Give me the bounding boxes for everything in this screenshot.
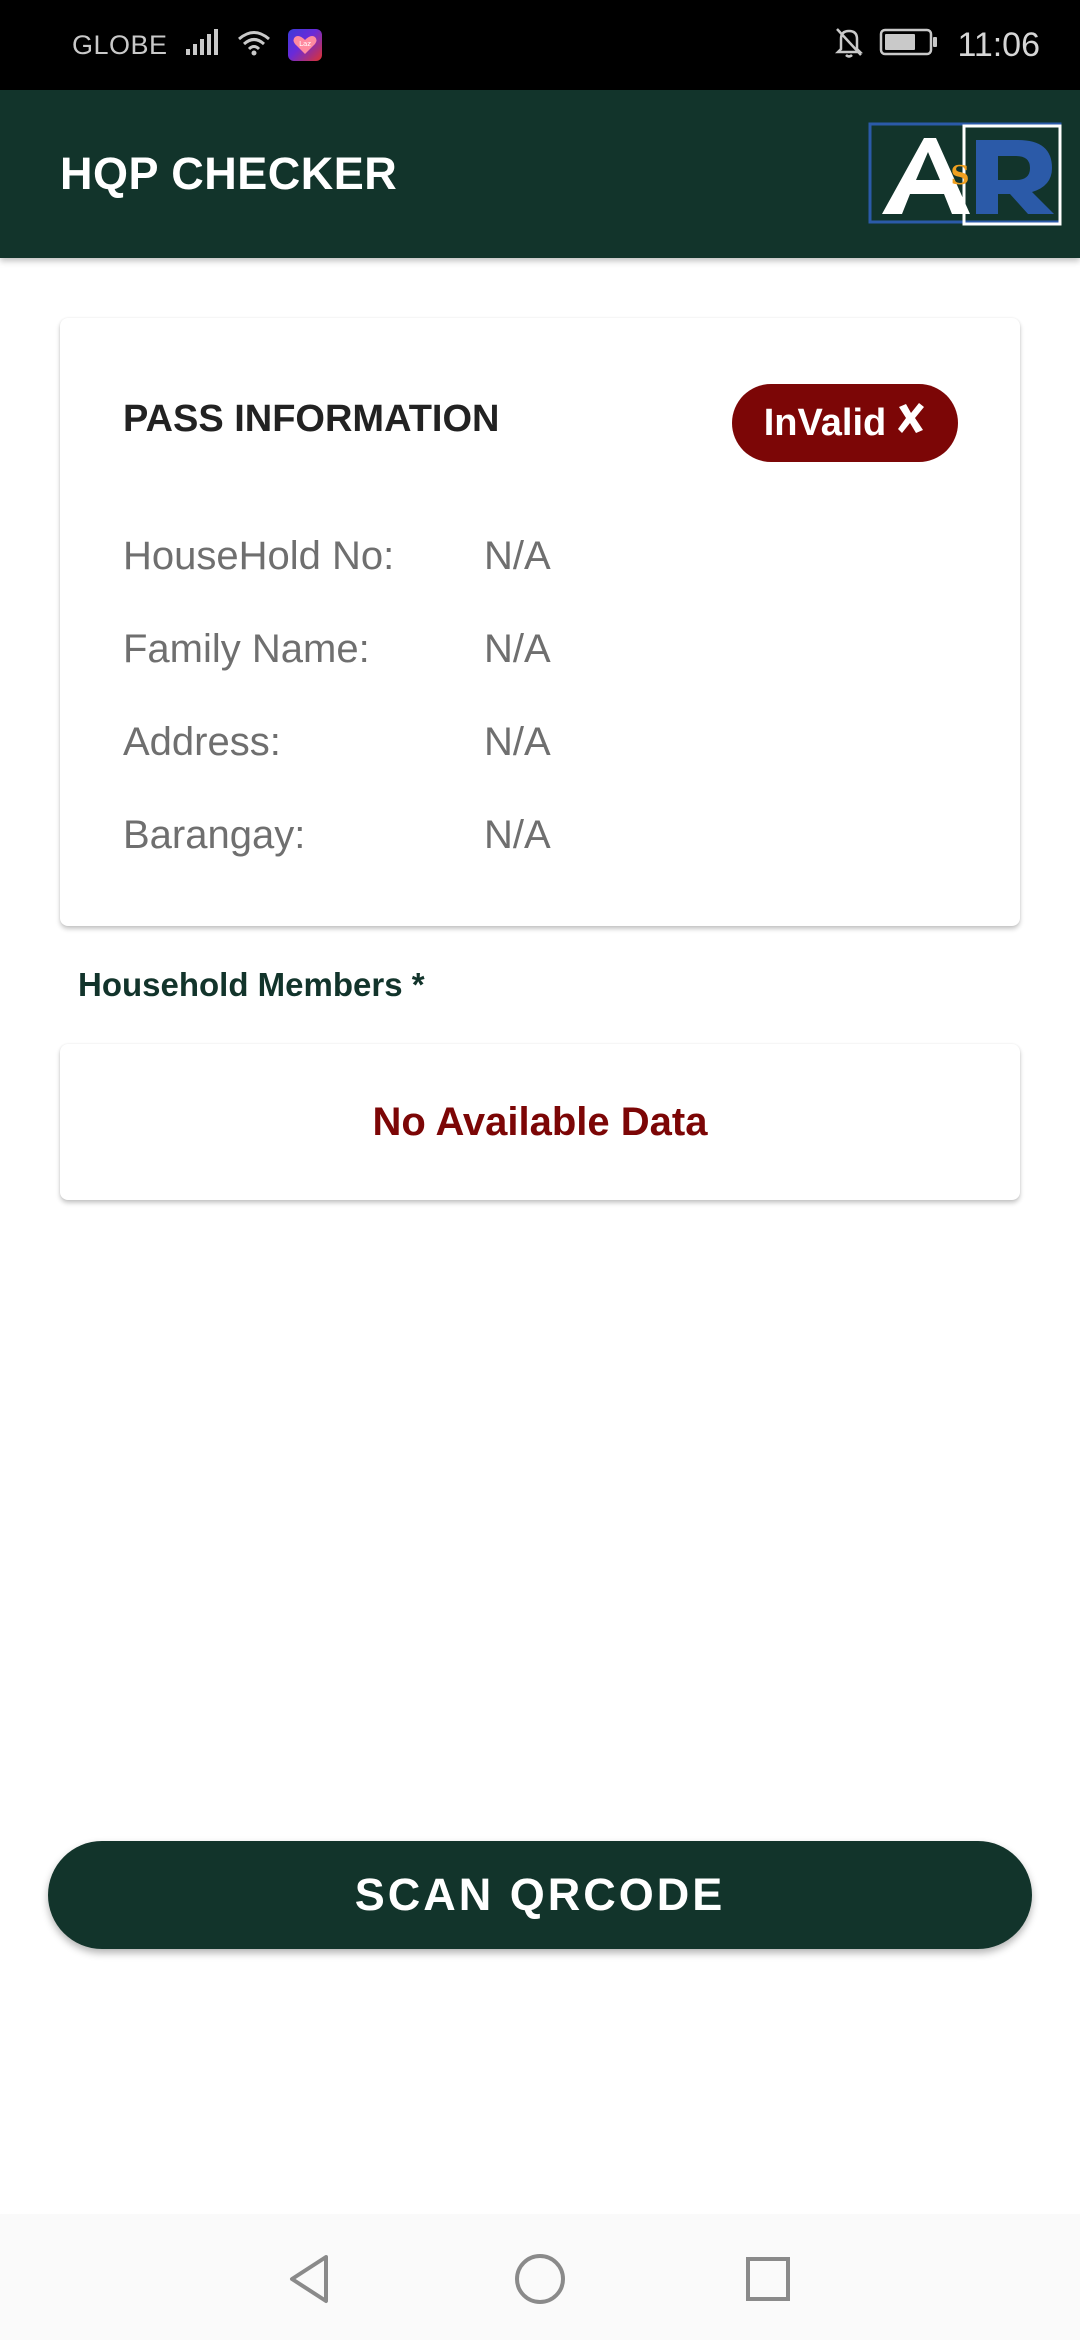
wifi-icon [236,27,272,64]
system-nav-bar [0,2214,1080,2340]
household-no-value: N/A [484,534,551,578]
svg-text:S: S [951,161,970,191]
household-members-label: Household Members * [78,966,425,1003]
barangay-label: Barangay: [123,813,306,857]
asr-logo: S [868,122,1064,226]
back-triangle-icon[interactable] [274,2244,344,2314]
pass-information-title: PASS INFORMATION [123,398,500,440]
status-badge: InValid [732,384,958,462]
family-name-label: Family Name: [123,627,370,671]
status-badge-label: InValid [763,401,887,444]
mute-notification-icon [833,25,865,66]
household-no-label: HouseHold No: [123,534,395,578]
barangay-value: N/A [484,813,551,857]
family-name-value: N/A [484,627,551,671]
address-value: N/A [484,720,551,764]
status-right: 11:06 [833,25,1040,66]
status-left: GLOBE Laz [72,27,322,64]
signal-icon [184,27,220,64]
household-members-card: No Available Data [60,1044,1020,1200]
empty-state-text: No Available Data [372,1099,708,1144]
carrier-name: GLOBE [72,29,168,60]
address-label: Address: [123,720,281,764]
x-mark-icon [896,401,926,445]
status-bar: GLOBE Laz 11:06 [0,0,1080,90]
app-title: HQP CHECKER [60,148,398,199]
pass-information-card: PASS INFORMATION InValid HouseHold No: N… [60,318,1020,926]
home-circle-icon[interactable] [505,2244,575,2314]
app-badge-text: Laz [299,40,311,48]
battery-icon [879,27,939,64]
screen: GLOBE Laz 11:06 HQP CHECKER S PASS INFOR… [0,0,1080,2340]
clock-time: 11:06 [957,25,1040,64]
app-notification-icon: Laz [287,29,322,61]
recents-square-icon[interactable] [733,2244,803,2314]
scan-qrcode-button[interactable]: SCAN QRCODE [48,1841,1032,1949]
